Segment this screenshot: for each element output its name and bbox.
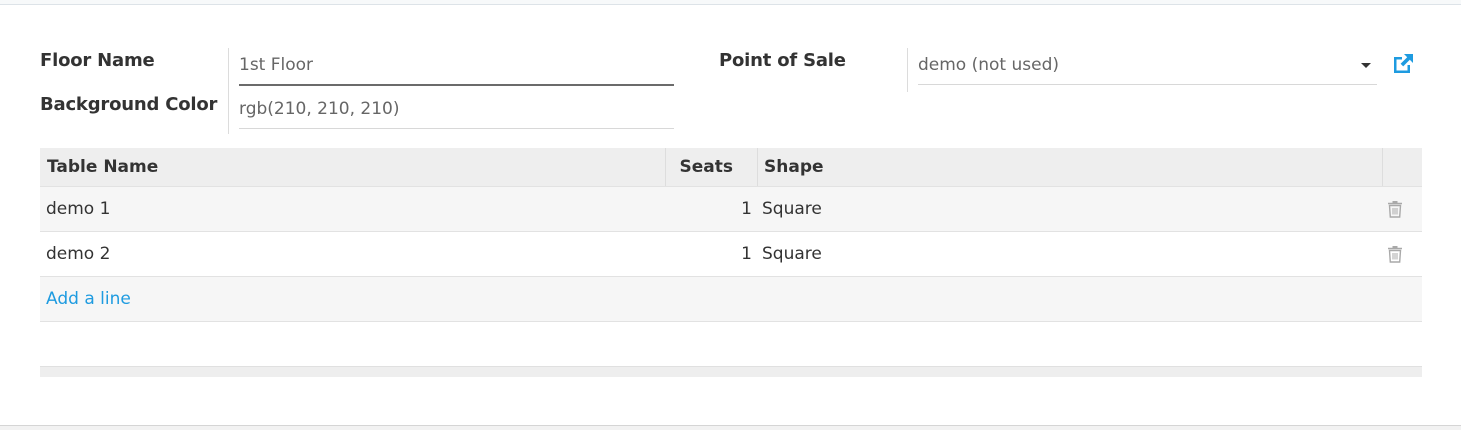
floor-name-label: Floor Name	[40, 50, 155, 71]
table-footer	[40, 366, 1422, 377]
column-header-seats[interactable]: Seats	[666, 148, 734, 186]
point-of-sale-label: Point of Sale	[719, 50, 846, 71]
column-header-shape[interactable]: Shape	[764, 148, 824, 186]
add-a-line-link[interactable]: Add a line	[46, 277, 131, 321]
caret-down-icon[interactable]	[1361, 63, 1371, 68]
add-line-row: Add a line	[40, 277, 1422, 322]
floor-name-input[interactable]: 1st Floor	[239, 53, 669, 77]
external-link-icon[interactable]	[1391, 52, 1415, 76]
top-divider	[0, 0, 1461, 5]
seats-cell[interactable]: 1	[666, 232, 752, 276]
point-of-sale-underline	[918, 84, 1377, 85]
left-field-separator	[228, 48, 229, 134]
background-color-label: Background Color	[40, 94, 218, 115]
background-color-underline	[239, 128, 674, 129]
right-field-separator	[907, 48, 908, 92]
table-name-cell[interactable]: demo 1	[46, 187, 110, 231]
table-row[interactable]: demo 2 1 Square	[40, 232, 1422, 277]
seats-cell[interactable]: 1	[666, 187, 752, 231]
bottom-divider	[0, 425, 1461, 430]
point-of-sale-select[interactable]: demo (not used)	[918, 53, 1358, 77]
column-separator	[757, 148, 758, 186]
column-separator	[1382, 148, 1383, 186]
trash-icon[interactable]	[1387, 200, 1403, 218]
trash-icon[interactable]	[1387, 245, 1403, 263]
table-name-cell[interactable]: demo 2	[46, 232, 110, 276]
column-header-table-name[interactable]: Table Name	[47, 148, 158, 186]
shape-cell[interactable]: Square	[762, 187, 822, 231]
floor-name-underline	[239, 84, 674, 86]
background-color-input[interactable]: rgb(210, 210, 210)	[239, 97, 669, 121]
table-header: Table Name Seats Shape	[40, 148, 1422, 187]
table-row[interactable]: demo 1 1 Square	[40, 187, 1422, 232]
shape-cell[interactable]: Square	[762, 232, 822, 276]
